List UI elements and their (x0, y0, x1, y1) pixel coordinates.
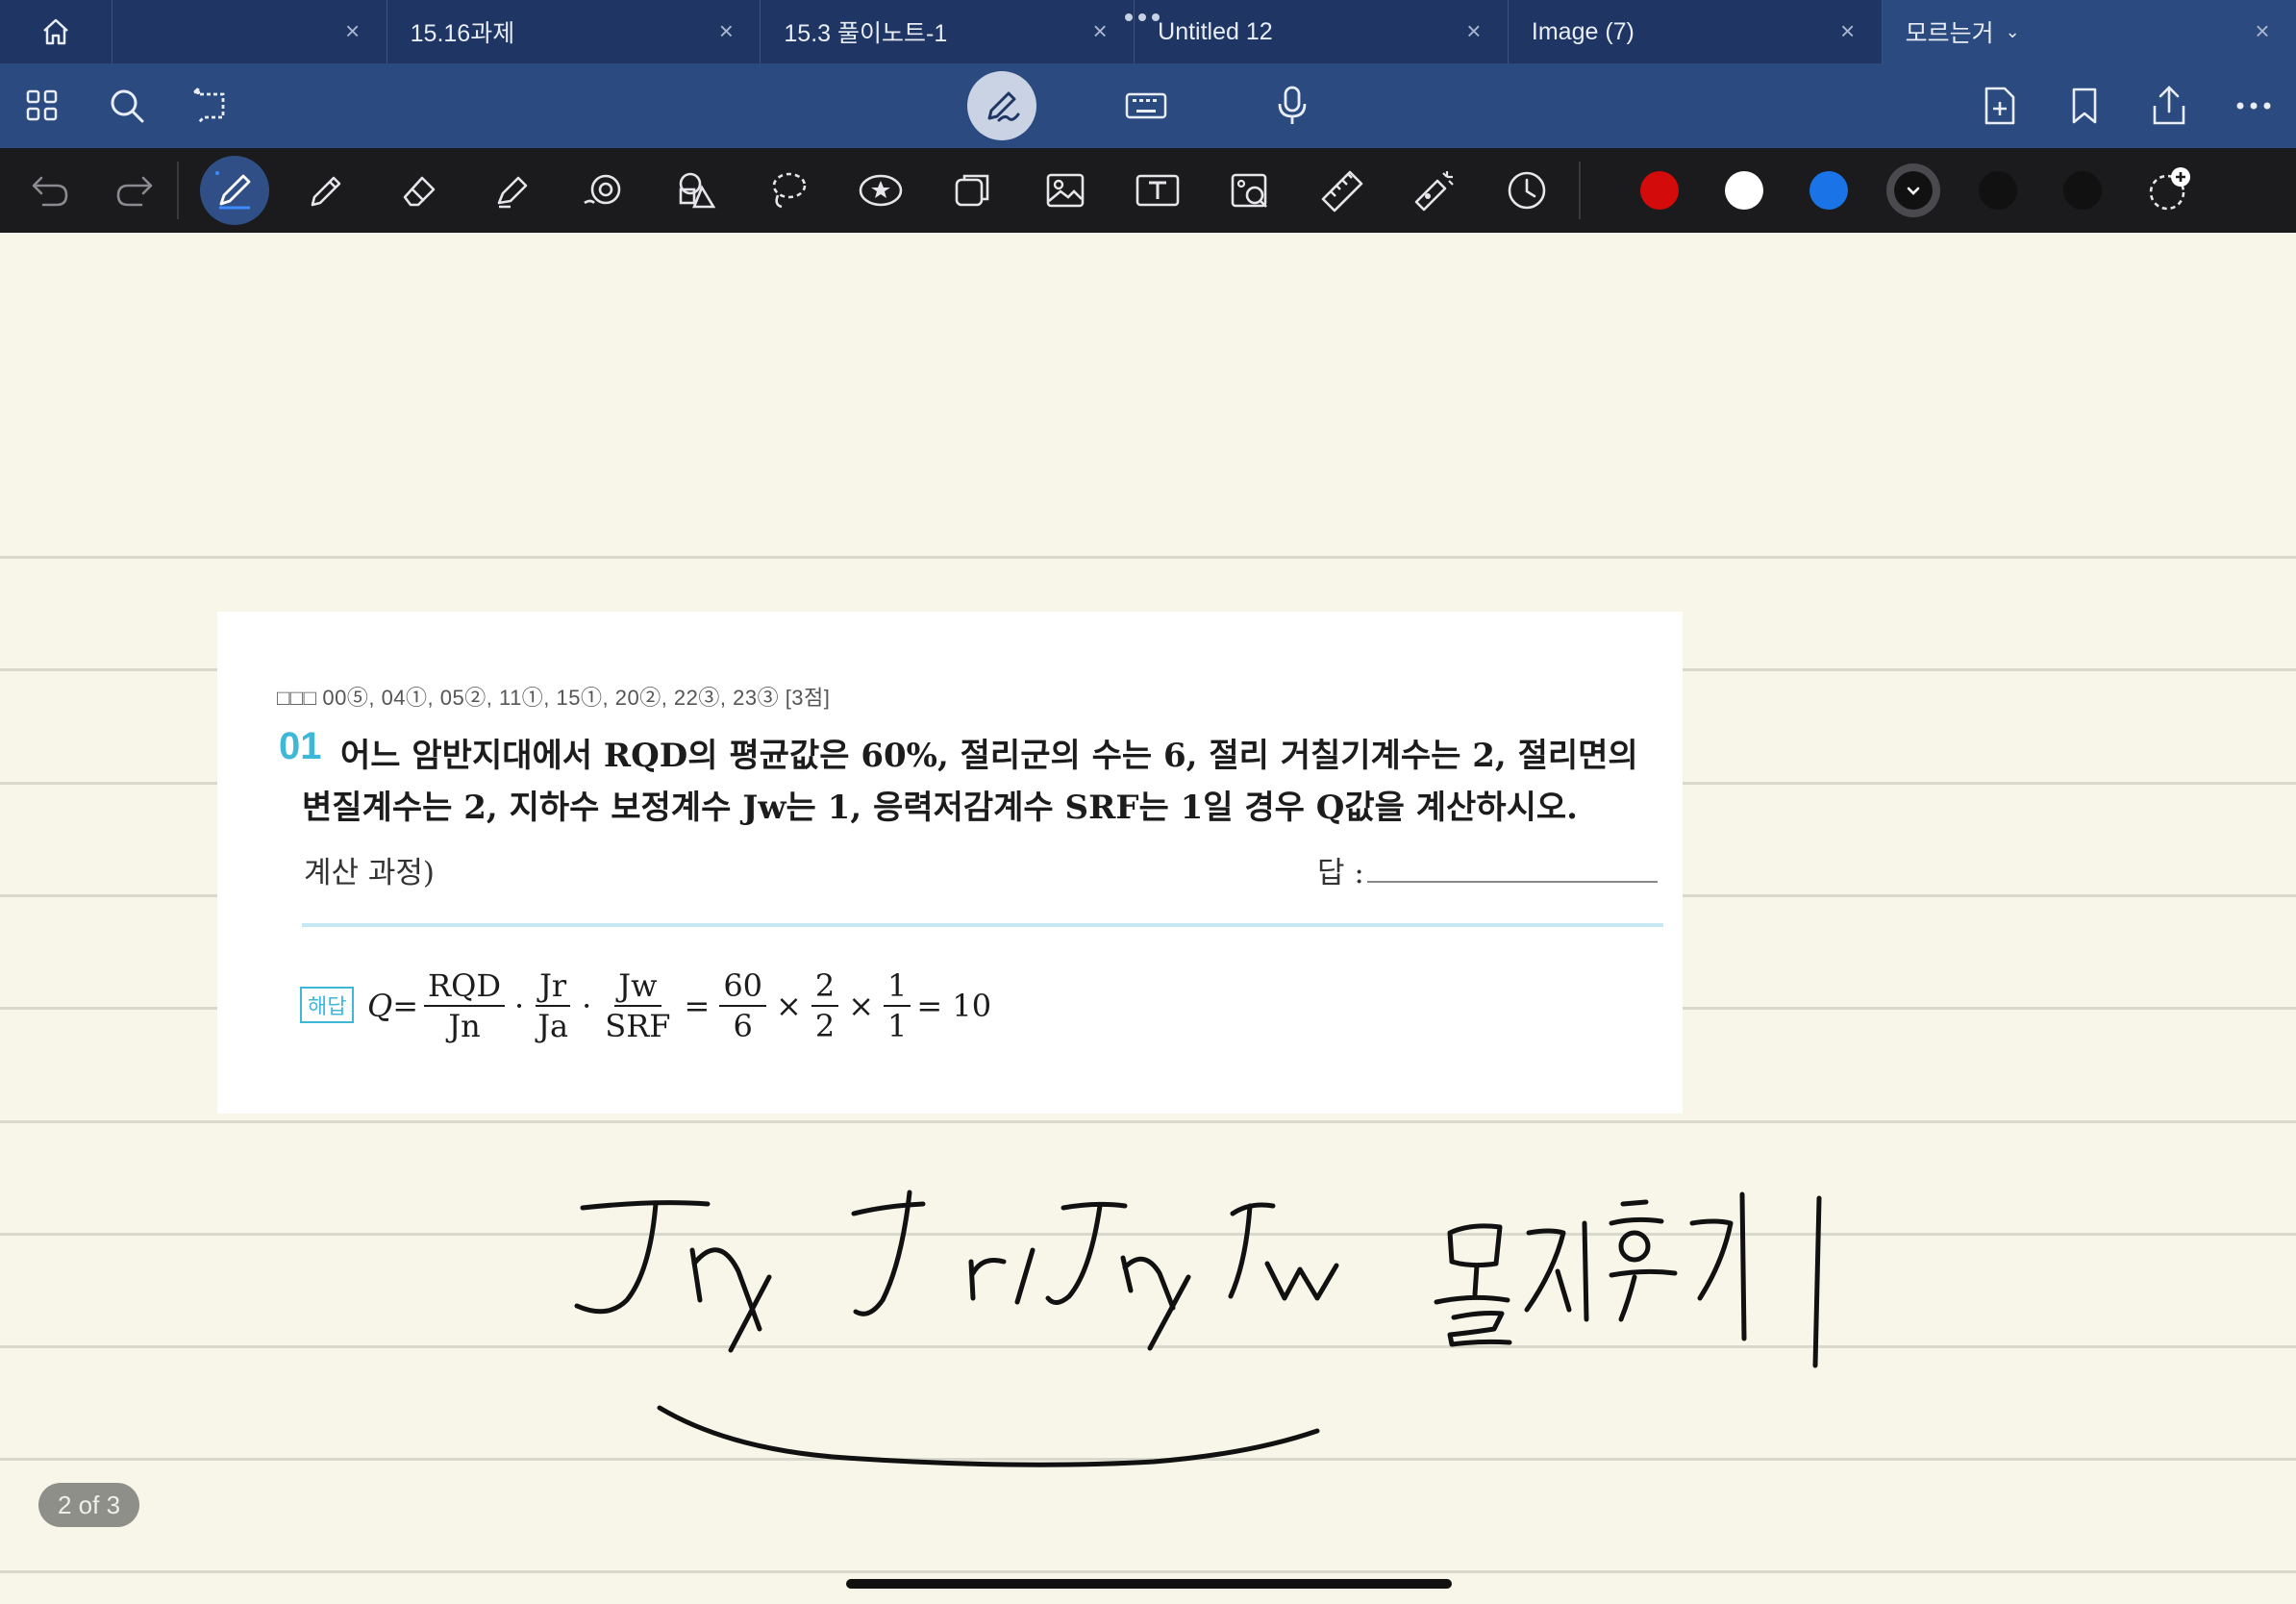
pen-mode-icon (987, 91, 1020, 122)
keyboard-icon[interactable] (1123, 83, 1169, 129)
notebook-page[interactable]: □□□ 00⑤, 04①, 05②, 11①, 15①, 20②, 22③, 23… (0, 233, 2296, 1604)
microphone-icon[interactable] (1269, 83, 1315, 129)
image-icon[interactable] (1040, 165, 1090, 215)
close-icon[interactable]: × (1461, 18, 1486, 43)
add-color-icon[interactable] (2144, 165, 2194, 215)
home-icon (43, 18, 68, 45)
recent-icon[interactable] (1502, 165, 1552, 215)
shapes-icon[interactable] (671, 165, 721, 215)
lasso-tool-icon[interactable] (763, 165, 813, 215)
tab-label: 모르는거 (1905, 20, 1994, 47)
color-swatch-white[interactable] (1725, 171, 1763, 210)
redo-icon[interactable] (110, 165, 160, 215)
color-swatch-black[interactable] (2063, 171, 2102, 210)
close-icon[interactable]: × (340, 18, 365, 43)
search-icon[interactable] (104, 83, 150, 129)
add-page-icon[interactable] (1977, 83, 2023, 129)
main-toolbar (0, 63, 2296, 148)
pen-mode-button[interactable] (967, 71, 1036, 140)
more-icon[interactable] (2231, 83, 2277, 129)
close-icon[interactable]: × (1835, 18, 1860, 43)
share-icon[interactable] (2146, 83, 2192, 129)
tab-image-7[interactable]: Image (7) × (1509, 0, 1883, 63)
multitask-dots-icon[interactable] (1125, 13, 1160, 21)
tab-homework[interactable]: 15.16과제 × (387, 0, 761, 63)
text-tool-icon[interactable] (1133, 165, 1183, 215)
home-indicator[interactable] (846, 1579, 1452, 1589)
bookmark-icon[interactable] (2061, 83, 2108, 129)
lasso-select-icon[interactable] (188, 83, 235, 129)
chevron-down-icon (1907, 187, 1920, 195)
color-swatch-black-selected[interactable] (1894, 171, 1933, 210)
pencil-tool-icon[interactable] (302, 165, 352, 215)
color-swatch-black[interactable] (1979, 171, 2017, 210)
page-indicator: 2 of 3 (38, 1483, 140, 1527)
chevron-down-icon[interactable]: ⌄ (2006, 22, 2020, 42)
grid-icon[interactable] (19, 83, 65, 129)
tab-solution-note[interactable]: 15.3 풀이노트-1 × (761, 0, 1136, 63)
pen-tool-icon[interactable] (200, 156, 269, 225)
shape-tool-icon[interactable] (579, 165, 629, 215)
tool-row (0, 148, 2296, 233)
sticker-icon[interactable] (856, 165, 906, 215)
elements-icon[interactable] (948, 165, 998, 215)
eraser-tool-icon[interactable] (394, 165, 444, 215)
undo-icon[interactable] (25, 165, 75, 215)
close-icon[interactable]: × (2250, 18, 2275, 43)
close-icon[interactable]: × (713, 18, 738, 43)
divider (1579, 162, 1581, 219)
handwritten-ink[interactable] (0, 233, 2296, 1604)
close-icon[interactable]: × (1087, 18, 1112, 43)
color-swatch-red[interactable] (1640, 171, 1679, 210)
divider (177, 162, 179, 219)
laser-pointer-icon[interactable] (1410, 165, 1460, 215)
tab-active-document[interactable]: 모르는거 ⌄ × (1882, 0, 2296, 63)
tab-label: Image (7) (1531, 17, 1635, 45)
ruler-icon[interactable] (1317, 165, 1367, 215)
tab-label: 15.16과제 (410, 20, 515, 47)
home-button[interactable] (0, 0, 112, 63)
camera-tool-icon[interactable] (1225, 165, 1275, 215)
tab-untitled-12[interactable]: Untitled 12 × (1135, 0, 1509, 63)
tab-label: 15.3 풀이노트-1 (784, 20, 948, 47)
tab-label: Untitled 12 (1158, 17, 1273, 45)
highlighter-tool-icon[interactable] (487, 165, 537, 215)
tab-bar: × 15.16과제 × 15.3 풀이노트-1 × Untitled 12 × … (0, 0, 2296, 63)
tab-blank[interactable]: × (112, 0, 387, 63)
color-swatch-blue[interactable] (1809, 171, 1848, 210)
